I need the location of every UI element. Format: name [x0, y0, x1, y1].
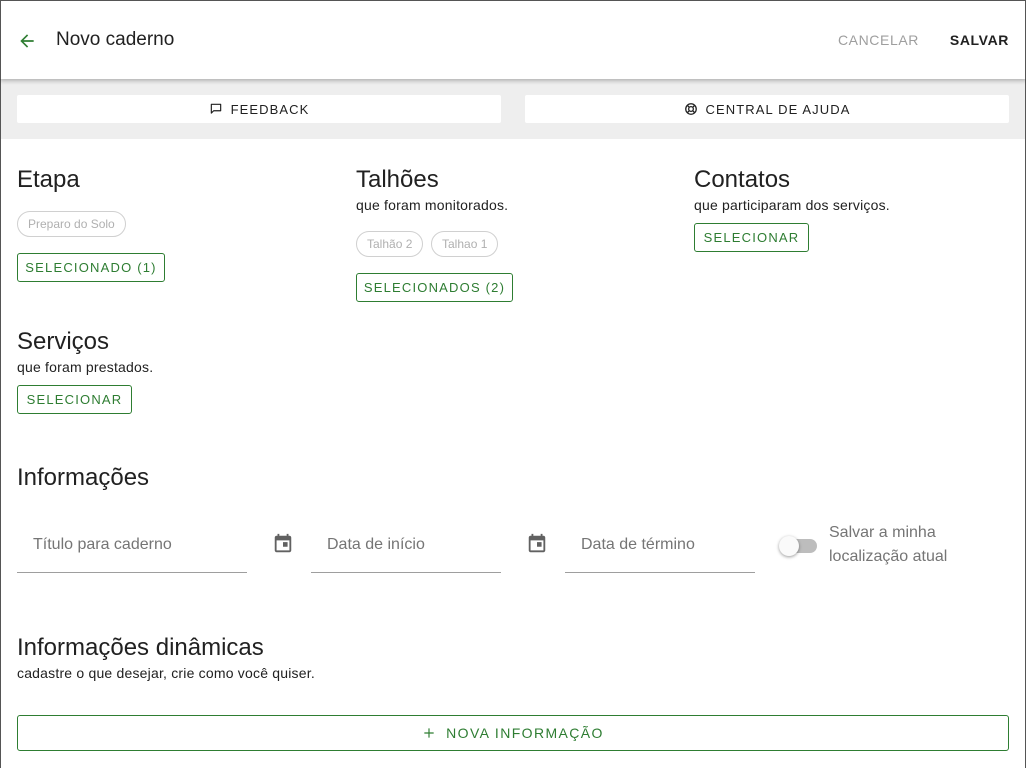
talhao-chip: Talhao 1 — [431, 231, 499, 257]
etapa-title: Etapa — [17, 166, 80, 193]
dynamic-info-subtitle: cadastre o que desejar, crie como você q… — [17, 665, 315, 681]
feedback-button[interactable]: FEEDBACK — [17, 95, 501, 123]
feedback-icon — [210, 103, 221, 114]
help-center-label: CENTRAL DE AJUDA — [705, 101, 851, 117]
servicos-subtitle: que foram prestados. — [17, 359, 154, 375]
contatos-subtitle: que participaram dos serviços. — [694, 197, 890, 213]
toggle-thumb — [779, 536, 799, 556]
calendar-icon[interactable] — [272, 533, 294, 555]
etapa-chip: Preparo do Solo — [17, 211, 126, 237]
contatos-title: Contatos — [694, 166, 791, 193]
servicos-select-button[interactable]: SELECIONAR — [17, 385, 132, 414]
help-strip: FEEDBACK CENTRAL DE AJUDA — [0, 79, 1026, 139]
talhoes-title: Talhões — [356, 166, 439, 193]
back-button[interactable] — [13, 27, 41, 55]
notebook-title-field[interactable]: Título para caderno — [17, 517, 247, 573]
end-date-label: Data de término — [581, 536, 695, 553]
app-bar: Novo caderno CANCELAR SALVAR — [0, 0, 1026, 79]
contatos-select-button[interactable]: SELECIONAR — [694, 223, 809, 252]
new-info-label: NOVA INFORMAÇÃO — [446, 725, 604, 741]
lifebuoy-icon — [684, 103, 697, 115]
talhoes-subtitle: que foram monitorados. — [356, 197, 509, 213]
cancel-button[interactable]: CANCELAR — [838, 32, 919, 48]
feedback-label: FEEDBACK — [230, 101, 310, 117]
page-title: Novo caderno — [56, 29, 175, 50]
location-toggle-label: Salvar a minha localização atual — [829, 524, 948, 565]
help-center-button[interactable]: CENTRAL DE AJUDA — [525, 95, 1009, 123]
start-date-label: Data de início — [327, 536, 425, 553]
arrow-left-icon — [20, 34, 34, 48]
start-date-field[interactable]: Data de início — [311, 517, 501, 573]
talhao-chip: Talhão 2 — [356, 231, 424, 257]
talhoes-select-button[interactable]: SELECIONADOS (2) — [356, 273, 513, 302]
frame-border-left — [0, 79, 1, 768]
plus-icon — [424, 728, 434, 738]
informacoes-title: Informações — [17, 464, 150, 491]
servicos-title: Serviços — [17, 328, 110, 355]
dynamic-info-title: Informações dinâmicas — [17, 634, 264, 661]
new-info-button[interactable]: NOVA INFORMAÇÃO — [17, 715, 1009, 751]
calendar-icon[interactable] — [526, 533, 548, 555]
save-button[interactable]: SALVAR — [950, 32, 1009, 48]
end-date-field[interactable]: Data de término — [565, 517, 755, 573]
location-toggle[interactable] — [779, 536, 819, 556]
etapa-select-button[interactable]: SELECIONADO (1) — [17, 253, 165, 282]
notebook-title-label: Título para caderno — [33, 536, 172, 553]
